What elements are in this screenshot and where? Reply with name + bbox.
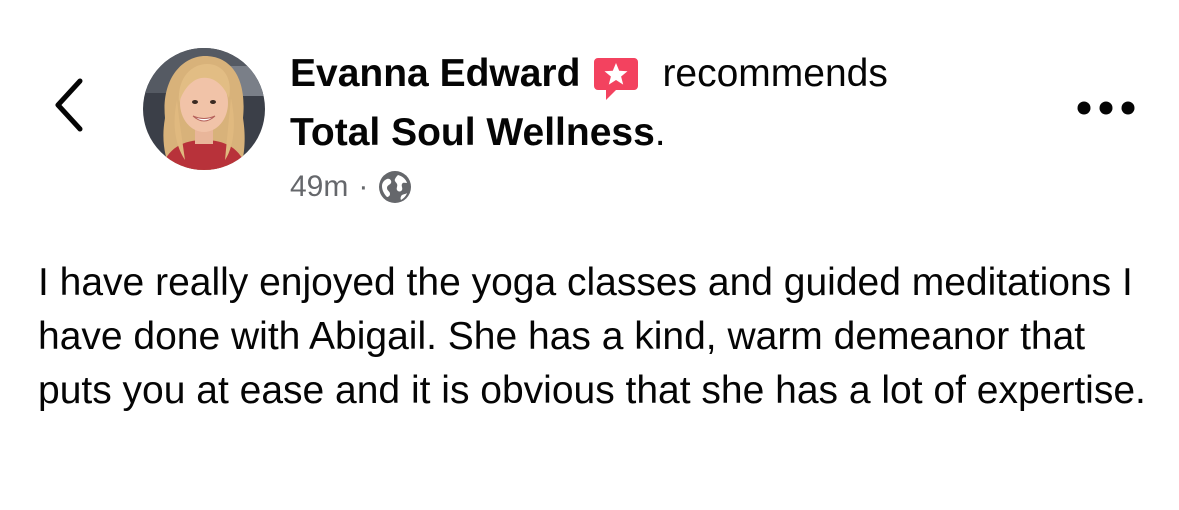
back-button[interactable] [40,70,100,140]
more-options-button[interactable] [1074,92,1138,124]
avatar[interactable] [143,48,265,170]
separator: · [358,170,369,203]
page-suffix: . [654,111,666,154]
avatar-image [143,48,265,170]
timestamp[interactable]: 49m [290,170,348,204]
more-horizontal-icon [1077,101,1135,115]
recommended-page: Total Soul Wellness . [290,106,666,160]
recommend-star-icon [592,54,640,102]
post-meta: 49m · [290,166,412,208]
author-name[interactable]: Evanna Edward [290,52,580,96]
post-header: Evanna Edward recommends [290,46,888,102]
action-text: recommends [662,52,888,95]
chevron-left-icon [55,78,83,132]
globe-icon[interactable] [378,170,412,204]
post-body: I have really enjoyed the yoga classes a… [38,261,1146,412]
page-name[interactable]: Total Soul Wellness [290,111,655,155]
